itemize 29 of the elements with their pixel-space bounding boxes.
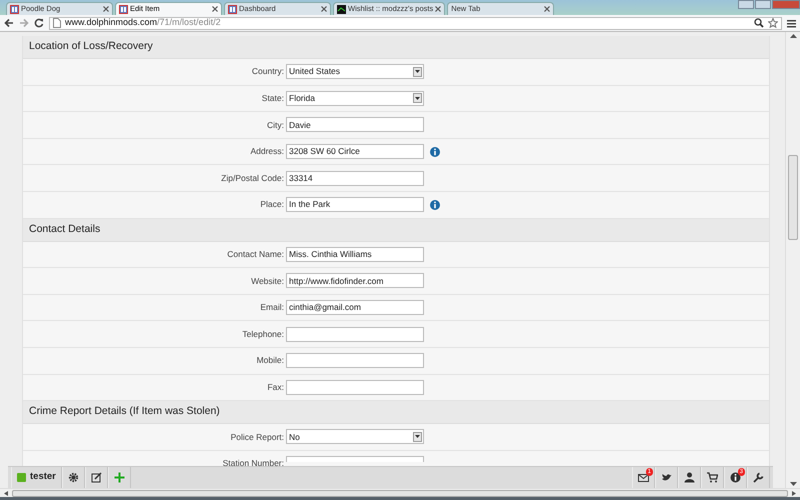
field-label: Email: [259, 301, 284, 314]
field-label: Fax: [266, 380, 284, 394]
select-field[interactable]: Florida [286, 90, 424, 106]
input-field[interactable]: Davie [286, 117, 424, 132]
address-bar[interactable]: www.dolphinmods.com/71/m/lost/edit/2 [49, 16, 782, 30]
section-title: Crime Report Details (If Item was Stolen) [29, 404, 220, 420]
input-field[interactable]: 33314 [286, 170, 424, 186]
field-label: Place: [259, 198, 284, 212]
field-label: Station Number: [222, 457, 284, 470]
field-label: City: [266, 118, 284, 132]
field-label: Telephone: [241, 328, 284, 341]
url-text: www.dolphinmods.com/71/m/lost/edit/2 [65, 16, 221, 30]
section-title: Location of Loss/Recovery [29, 39, 153, 54]
select-field[interactable]: United States [286, 64, 424, 80]
field-label: Contact Name: [226, 248, 284, 261]
select-field[interactable]: No [286, 429, 424, 444]
input-field[interactable]: 3208 SW 60 Cirlce [286, 144, 424, 160]
field-label: Zip/Postal Code: [220, 172, 284, 185]
field-label: Address: [249, 145, 284, 158]
input-field[interactable]: http://www.fidofinder.com [286, 273, 424, 288]
input-field[interactable]: cinthia@gmail.com [286, 300, 424, 316]
section-title: Contact Details [29, 222, 100, 237]
field-label: Police Report: [230, 430, 284, 444]
field-label: Country: [250, 65, 284, 78]
field-label: State: [260, 92, 284, 105]
field-label: Website: [250, 274, 284, 288]
input-field[interactable]: Miss. Cinthia Williams [286, 246, 424, 262]
input-field[interactable]: In the Park [286, 197, 424, 212]
field-label: Mobile: [256, 354, 284, 368]
